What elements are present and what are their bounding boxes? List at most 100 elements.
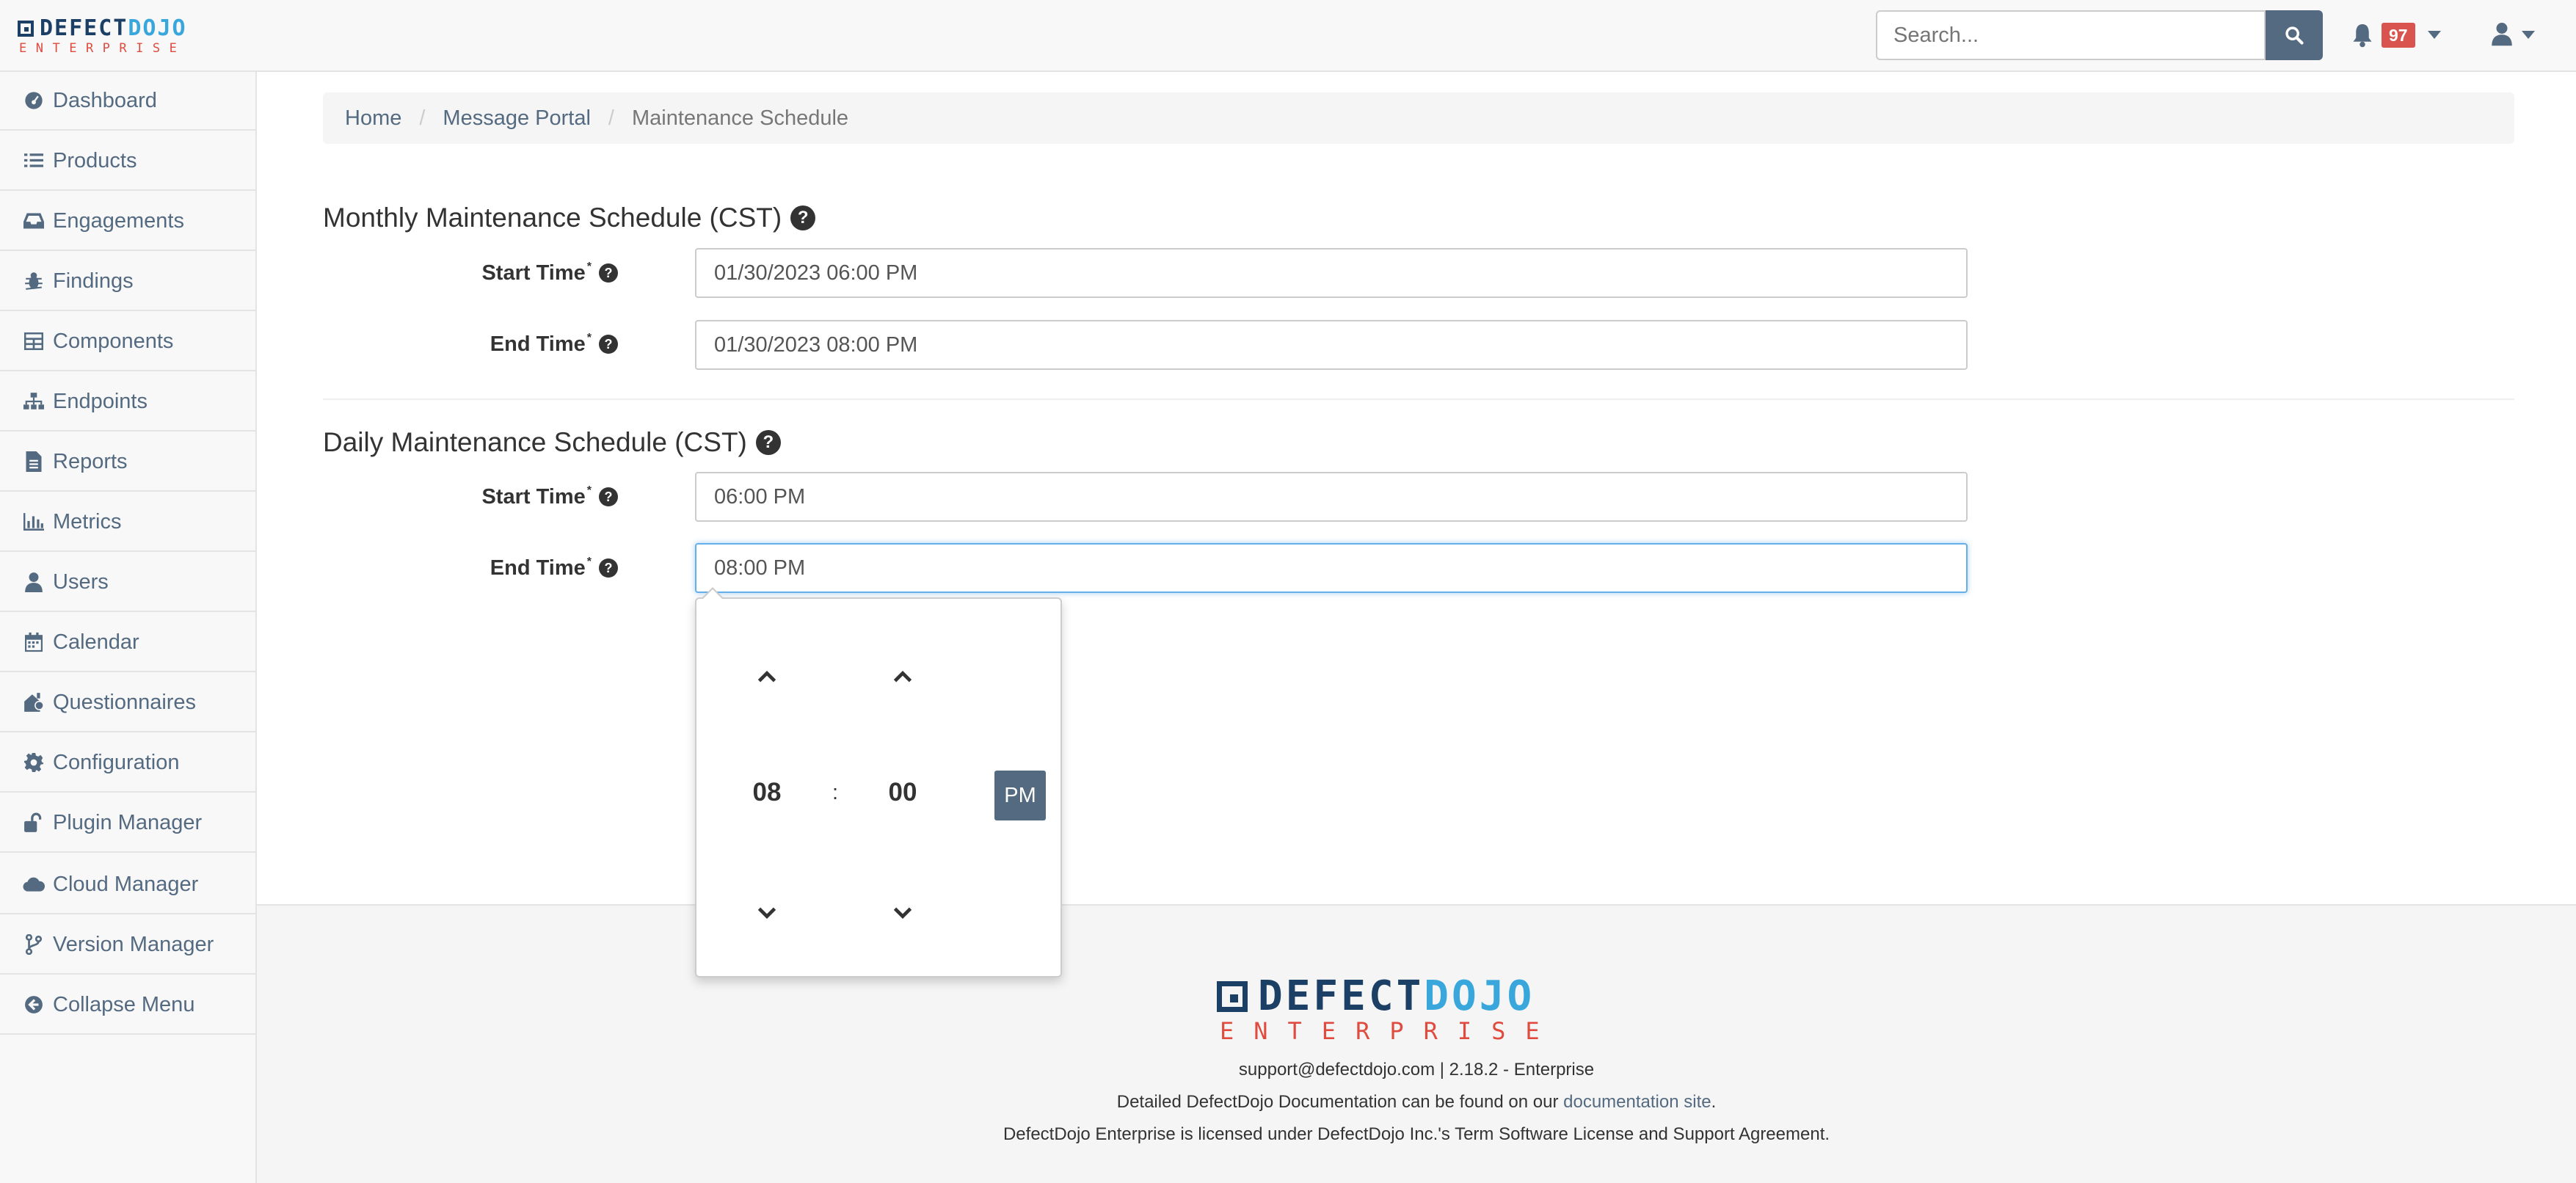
sidebar-item-label: Endpoints	[53, 389, 148, 413]
sidebar-item-components[interactable]: Components	[0, 313, 255, 371]
sidebar-item-label: Products	[53, 148, 137, 172]
help-icon[interactable]: ?	[790, 205, 816, 230]
breadcrumb-home-link[interactable]: Home	[345, 106, 401, 131]
breadcrumb-message-portal-link[interactable]: Message Portal	[443, 106, 591, 131]
notification-count-badge[interactable]: 97	[2382, 23, 2415, 48]
sidebar-item-users[interactable]: Users	[0, 553, 255, 612]
logo-word-dojo: DOJO	[128, 15, 187, 41]
sidebar-item-label: Engagements	[53, 208, 184, 233]
search-input[interactable]	[1876, 10, 2266, 60]
brand-logo[interactable]: DEFECT DOJO ENTERPRISE	[18, 15, 225, 56]
sidebar-item-cloud-manager[interactable]: Cloud Manager	[0, 856, 255, 914]
chevron-up-icon	[757, 671, 776, 682]
logo-subtitle: ENTERPRISE	[19, 41, 186, 56]
help-icon[interactable]: ?	[599, 263, 618, 283]
daily-end-label-text: End Time	[490, 556, 586, 580]
breadcrumb-separator: /	[608, 106, 614, 130]
unlock-icon	[22, 811, 46, 834]
sidebar-item-engagements[interactable]: Engagements	[0, 192, 255, 251]
timepicker-pointer-inner	[702, 589, 723, 600]
sidebar-item-label: Dashboard	[53, 88, 157, 112]
monthly-end-label-text: End Time	[490, 332, 586, 356]
sidebar-item-dashboard[interactable]: Dashboard	[0, 72, 255, 131]
required-marker: *	[586, 556, 592, 568]
decrement-hour-button[interactable]	[752, 898, 782, 928]
monthly-schedule-title: Monthly Maintenance Schedule (CST) ?	[323, 203, 816, 233]
hour-value[interactable]: 08	[738, 778, 796, 807]
chevron-up-icon	[893, 671, 912, 682]
required-marker: *	[586, 332, 592, 344]
sidebar-item-label: Collapse Menu	[53, 992, 195, 1016]
sidebar-item-calendar[interactable]: Calendar	[0, 614, 255, 672]
search-button[interactable]	[2266, 10, 2323, 60]
logo-word-dojo: DOJO	[1424, 972, 1535, 1020]
increment-hour-button[interactable]	[752, 662, 782, 691]
notification-bell-icon[interactable]	[2351, 22, 2373, 48]
sidebar-item-label: Version Manager	[53, 932, 214, 956]
footer-license: DefectDojo Enterprise is licensed under …	[1003, 1124, 1830, 1144]
sidebar-item-label: Metrics	[53, 509, 122, 534]
footer-docs-prefix: Detailed DefectDojo Documentation can be…	[1116, 1092, 1564, 1112]
sidebar-item-endpoints[interactable]: Endpoints	[0, 373, 255, 432]
sidebar-item-label: Users	[53, 569, 109, 594]
sidebar-item-reports[interactable]: Reports	[0, 433, 255, 492]
help-icon[interactable]: ?	[755, 430, 781, 455]
list-icon	[22, 149, 46, 172]
breadcrumb-current: Maintenance Schedule	[631, 106, 849, 130]
daily-end-time-input[interactable]	[695, 543, 1968, 593]
daily-end-label: End Time * ?	[288, 552, 618, 584]
time-separator: :	[832, 781, 839, 804]
footer-docs-line: Detailed DefectDojo Documentation can be…	[257, 1092, 2576, 1113]
user-dropdown-caret-icon[interactable]	[2522, 31, 2535, 39]
footer-contact: support@defectdojo.com | 2.18.2 - Enterp…	[1238, 1060, 1595, 1080]
notification-dropdown-caret-icon[interactable]	[2428, 31, 2441, 39]
monthly-start-label: Start Time * ?	[288, 257, 618, 289]
increment-minute-button[interactable]	[888, 662, 917, 691]
arrow-circle-left-icon	[22, 993, 46, 1016]
sidebar-item-plugin-manager[interactable]: Plugin Manager	[0, 794, 255, 853]
toggle-period-button[interactable]: PM	[994, 771, 1046, 820]
user-menu-icon[interactable]	[2491, 21, 2513, 47]
breadcrumb: Home / Message Portal / Maintenance Sche…	[323, 92, 2514, 144]
daily-start-label-text: Start Time	[481, 484, 586, 509]
documentation-link[interactable]: documentation site	[1563, 1092, 1711, 1112]
chevron-down-icon	[893, 907, 912, 919]
help-icon[interactable]: ?	[599, 558, 618, 578]
footer-logo: DEFECT DOJO ENTERPRISE	[1217, 972, 1622, 1045]
breadcrumb-separator: /	[419, 106, 426, 130]
monthly-schedule-title-text: Monthly Maintenance Schedule (CST)	[323, 203, 782, 233]
sidebar-item-questionnaires[interactable]: Questionnaires	[0, 674, 255, 732]
inbox-icon	[22, 209, 46, 233]
daily-start-label: Start Time * ?	[288, 481, 618, 513]
logo-subtitle: ENTERPRISE	[1220, 1017, 1560, 1045]
sidebar-item-findings[interactable]: Findings	[0, 252, 255, 311]
sidebar-item-products[interactable]: Products	[0, 132, 255, 191]
sidebar-item-label: Calendar	[53, 630, 139, 654]
table-icon	[22, 330, 46, 353]
sitemap-icon	[22, 390, 46, 413]
required-marker: *	[586, 261, 592, 273]
chevron-down-icon	[757, 907, 776, 919]
decrement-minute-button[interactable]	[888, 898, 917, 928]
daily-start-time-input[interactable]	[695, 472, 1968, 522]
help-icon[interactable]: ?	[599, 487, 618, 506]
user-icon	[22, 570, 46, 594]
monthly-start-time-input[interactable]	[695, 248, 1968, 298]
gear-icon	[22, 751, 46, 774]
sidebar-item-label: Findings	[53, 269, 134, 293]
monthly-end-label: End Time * ?	[288, 328, 618, 360]
required-marker: *	[586, 484, 592, 497]
footer-docs-suffix: .	[1711, 1092, 1717, 1112]
sidebar-item-version-manager[interactable]: Version Manager	[0, 916, 255, 975]
sidebar-item-configuration[interactable]: Configuration	[0, 734, 255, 793]
chart-icon	[22, 510, 46, 534]
section-divider	[323, 398, 2514, 400]
sidebar-item-metrics[interactable]: Metrics	[0, 493, 255, 552]
help-icon[interactable]: ?	[599, 335, 618, 354]
calendar-icon	[22, 630, 46, 654]
sidebar-item-label: Cloud Manager	[53, 872, 199, 896]
minute-value[interactable]: 00	[873, 778, 932, 807]
monthly-end-time-input[interactable]	[695, 320, 1968, 370]
sidebar-item-label: Questionnaires	[53, 690, 197, 714]
sidebar-item-collapse-menu[interactable]: Collapse Menu	[0, 976, 255, 1035]
